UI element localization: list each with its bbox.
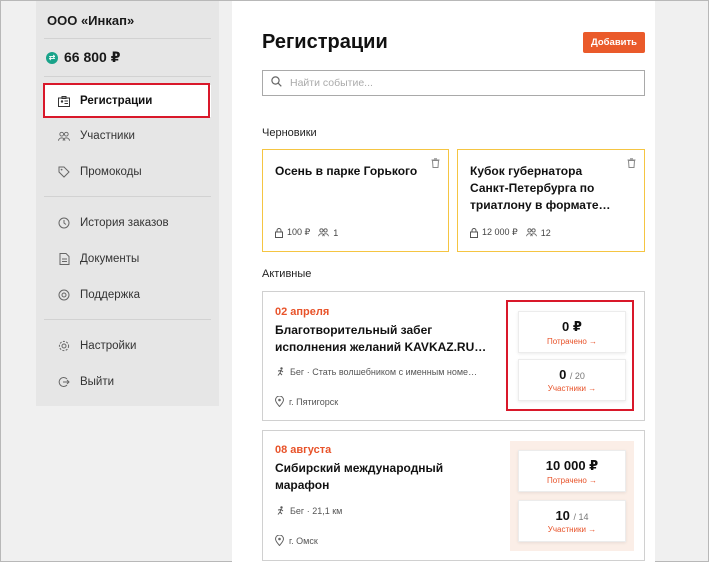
sidebar-item-label: Поддержка — [80, 289, 140, 301]
divider — [44, 319, 211, 320]
support-icon — [58, 289, 70, 301]
participants-stat[interactable]: 10 / 14 Участники → — [518, 500, 626, 542]
draft-participants: 1 — [318, 228, 338, 238]
draft-price-value: 12 000 ₽ — [482, 227, 518, 237]
draft-price-value: 100 ₽ — [287, 227, 311, 237]
sidebar: ООО «Инкап» ⇄ 66 800 ₽ Регистрации Участ… — [36, 1, 219, 406]
participants-stat[interactable]: 0 / 20 Участники → — [518, 359, 626, 401]
gear-icon — [58, 340, 70, 352]
main-content: Регистрации Добавить Черновики Осень в п… — [232, 1, 655, 562]
sidebar-item-settings[interactable]: Настройки — [44, 330, 211, 362]
spent-value: 0 ₽ — [562, 318, 582, 334]
sidebar-item-order-history[interactable]: История заказов — [44, 207, 211, 239]
sidebar-item-label: Документы — [80, 253, 140, 265]
event-date: 08 августа — [275, 444, 332, 456]
logout-icon — [58, 376, 70, 388]
sidebar-item-label: История заказов — [80, 217, 169, 229]
app-window: ООО «Инкап» ⇄ 66 800 ₽ Регистрации Участ… — [0, 0, 709, 562]
participants-link[interactable]: Участники → — [548, 525, 596, 534]
active-label: Активные — [262, 268, 312, 280]
spent-stat[interactable]: 0 ₽ Потрачено → — [518, 311, 626, 353]
draft-meta: 12 000 ₽ 12 — [470, 227, 551, 238]
event-city-text: г. Омск — [289, 535, 318, 546]
spent-link[interactable]: Потрачено → — [547, 476, 597, 485]
draft-participants-value: 1 — [333, 227, 339, 238]
draft-meta: 100 ₽ 1 — [275, 227, 338, 238]
event-distance-text: Бег · Стать волшебником с именным номе… — [290, 367, 478, 377]
participants-value: 10 / 14 — [555, 508, 588, 523]
participants-count: 10 — [555, 508, 570, 523]
sidebar-item-documents[interactable]: Документы — [44, 243, 211, 275]
participants-link[interactable]: Участники → — [548, 384, 596, 393]
draft-card[interactable]: Кубок губернатора Санкт-Петербурга по тр… — [457, 149, 645, 252]
event-distance-text: Бег · 21,1 км — [290, 506, 343, 516]
divider — [44, 196, 211, 197]
search-box[interactable] — [262, 70, 645, 96]
sidebar-item-support[interactable]: Поддержка — [44, 279, 211, 311]
sidebar-item-label: Настройки — [80, 340, 137, 352]
sidebar-item-participants[interactable]: Участники — [44, 120, 211, 152]
event-card[interactable]: 02 апреля Благотворительный забег исполн… — [262, 291, 645, 421]
event-distance: Бег · 21,1 км — [275, 506, 342, 516]
sidebar-item-promocodes[interactable]: Промокоды — [44, 156, 211, 188]
location-pin-icon — [275, 396, 284, 407]
add-button[interactable]: Добавить — [583, 32, 645, 53]
tag-icon — [58, 166, 70, 178]
spent-stat[interactable]: 10 000 ₽ Потрачено → — [518, 450, 626, 492]
participants-total: / 14 — [573, 512, 589, 522]
drafts-label: Черновики — [262, 127, 317, 139]
participants-total: / 20 — [569, 371, 585, 381]
event-distance: Бег · Стать волшебником с именным номе… — [275, 367, 477, 377]
draft-title: Осень в парке Горького — [275, 164, 418, 178]
trash-icon[interactable] — [431, 158, 440, 171]
event-date: 02 апреля — [275, 306, 330, 318]
draft-title: Кубок губернатора Санкт-Петербурга по тр… — [470, 164, 611, 212]
participants-value: 0 / 20 — [559, 367, 585, 382]
spent-link[interactable]: Потрачено → — [547, 337, 597, 346]
event-city: г. Пятигорск — [275, 396, 338, 407]
history-icon — [58, 217, 70, 229]
balance-value: 66 800 ₽ — [64, 49, 121, 65]
sidebar-item-registrations[interactable]: Регистрации — [44, 85, 211, 117]
lock-icon — [275, 227, 283, 238]
draft-card[interactable]: Осень в парке Горького 100 ₽ 1 — [262, 149, 449, 252]
users-icon — [525, 228, 537, 237]
event-city-text: г. Пятигорск — [289, 396, 339, 407]
participants-count: 0 — [559, 367, 567, 382]
draft-participants: 12 — [525, 227, 551, 238]
sidebar-item-logout[interactable]: Выйти — [44, 366, 211, 398]
trash-icon[interactable] — [627, 158, 636, 171]
id-card-icon — [58, 95, 70, 107]
location-pin-icon — [275, 535, 284, 546]
event-card[interactable]: 08 августа Сибирский международный мараф… — [262, 430, 645, 561]
draft-price: 100 ₽ — [275, 227, 310, 238]
event-city: г. Омск — [275, 535, 318, 546]
event-title: Сибирский международный марафон — [275, 461, 444, 492]
balance-icon: ⇄ — [46, 51, 58, 64]
divider — [44, 76, 211, 77]
event-title: Благотворительный забег исполнения желан… — [275, 323, 487, 354]
balance: ⇄ 66 800 ₽ — [46, 49, 120, 66]
sidebar-item-label: Выйти — [80, 376, 115, 388]
runner-icon — [277, 367, 284, 376]
spent-value: 10 000 ₽ — [545, 457, 599, 473]
org-name: ООО «Инкап» — [47, 13, 135, 28]
users-icon — [318, 228, 330, 237]
runner-icon — [277, 506, 284, 515]
sidebar-item-label: Регистрации — [80, 95, 153, 107]
sidebar-item-label: Промокоды — [80, 166, 142, 178]
lock-icon — [470, 227, 478, 238]
divider — [44, 38, 211, 39]
search-icon — [271, 74, 282, 92]
search-input[interactable] — [290, 77, 630, 89]
page-title: Регистрации — [262, 31, 388, 53]
document-icon — [58, 253, 70, 265]
sidebar-item-label: Участники — [80, 130, 135, 142]
draft-participants-value: 12 — [540, 227, 551, 238]
users-icon — [58, 130, 70, 142]
draft-price: 12 000 ₽ — [470, 227, 518, 238]
